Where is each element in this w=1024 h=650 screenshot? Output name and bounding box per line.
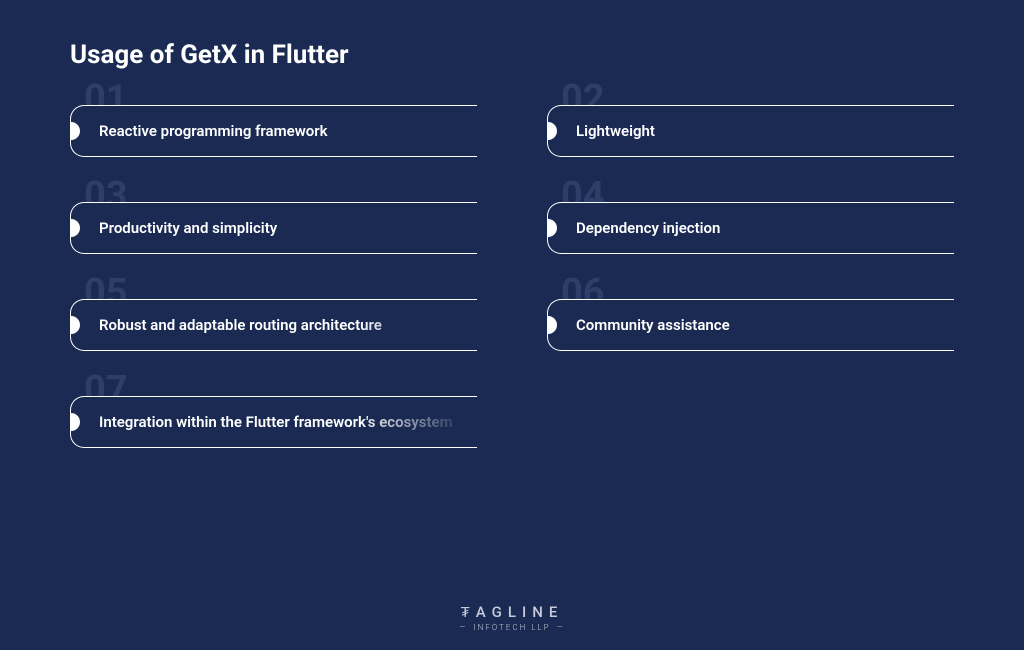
item-box: Productivity and simplicity — [70, 202, 477, 254]
logo-main: ₮AGLINE — [453, 603, 570, 621]
item-box: Community assistance — [547, 299, 954, 351]
list-item: 03 Productivity and simplicity — [70, 202, 477, 254]
item-box: Lightweight — [547, 105, 954, 157]
page-title: Usage of GetX in Flutter — [70, 40, 954, 70]
item-label: Lightweight — [576, 121, 655, 142]
logo-sub: INFOTECH LLP — [453, 623, 570, 632]
list-item: 06 Community assistance — [547, 299, 954, 351]
list-item: 04 Dependency injection — [547, 202, 954, 254]
item-box: Reactive programming framework — [70, 105, 477, 157]
list-item: 02 Lightweight — [547, 105, 954, 157]
item-label: Community assistance — [576, 315, 730, 336]
item-box: Robust and adaptable routing architectur… — [70, 299, 477, 351]
item-box: Integration within the Flutter framework… — [70, 396, 477, 448]
item-label: Dependency injection — [576, 218, 720, 239]
list-item: 05 Robust and adaptable routing architec… — [70, 299, 477, 351]
items-grid: 01 Reactive programming framework 02 Lig… — [70, 105, 954, 448]
list-item: 01 Reactive programming framework — [70, 105, 477, 157]
item-label: Integration within the Flutter framework… — [99, 412, 453, 433]
item-label: Reactive programming framework — [99, 121, 328, 142]
item-box: Dependency injection — [547, 202, 954, 254]
list-item: 07 Integration within the Flutter framew… — [70, 396, 477, 448]
item-label: Robust and adaptable routing architectur… — [99, 315, 382, 336]
item-label: Productivity and simplicity — [99, 218, 277, 239]
logo: ₮AGLINE INFOTECH LLP — [453, 603, 570, 632]
